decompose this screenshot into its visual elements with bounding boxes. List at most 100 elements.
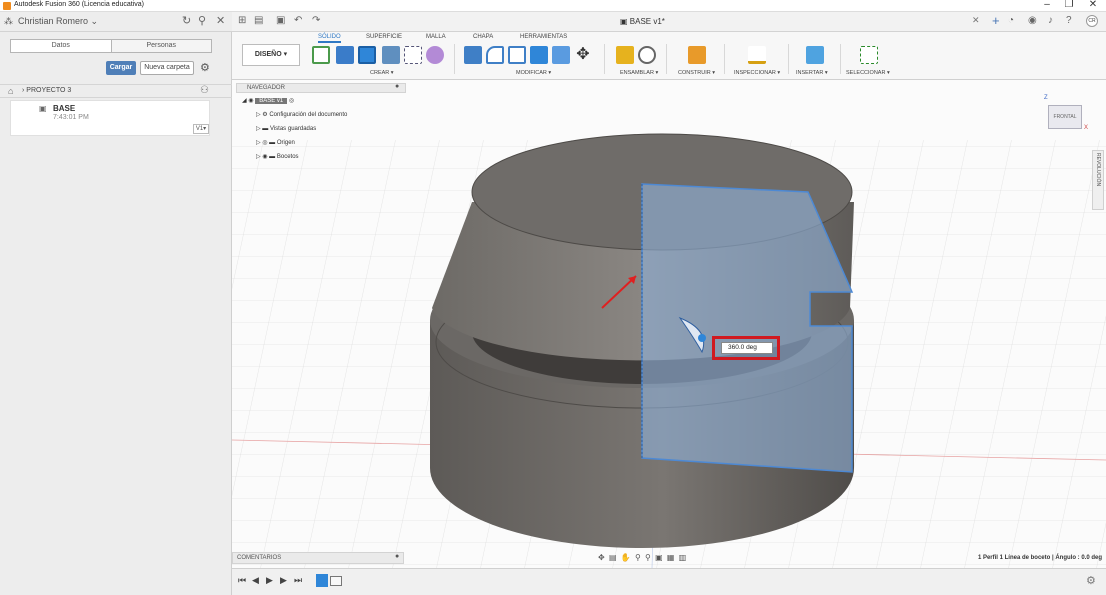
breadcrumb: ⌂ › PROYECTO 3 ⚇ [0,84,232,98]
app-tab-bar: ⊞ ▤ ▣ ↶ ↷ ▣ BASE v1* ✕ + ◔ ◉ ♪ ? CR [232,12,1106,32]
notifications-icon[interactable]: ♪ [1048,15,1053,26]
group-construir[interactable]: CONSTRUIR ▾ [678,70,715,76]
tab-superficie[interactable]: SUPERFICIE [366,34,402,40]
tab-chapa[interactable]: CHAPA [473,34,493,40]
browser-root[interactable]: ◢ ◉ BASE v1 ◎ [242,97,294,107]
tab-herramientas[interactable]: HERRAMIENTAS [520,34,567,40]
group-inspeccionar[interactable]: INSPECCIONAR ▾ [734,70,780,76]
extensions-icon[interactable]: ◔ [1008,15,1014,26]
gear-icon[interactable]: ⚙ [200,61,210,74]
close-panel-icon[interactable]: ✕ [216,14,225,27]
browser-item-sketches[interactable]: ▷ ◉ ▬ Bocetos [256,153,299,163]
browser-item-origin[interactable]: ▷ ◎ ▬ Origen [256,139,295,149]
project-members-icon[interactable]: ⚇ [200,85,209,96]
group-insertar[interactable]: INSERTAR ▾ [796,70,828,76]
angle-dimension-input[interactable]: 360.0 deg [721,342,773,354]
look-at-icon[interactable]: ▤ [609,553,618,562]
timeline-start-icon[interactable]: ⏮ [238,575,246,586]
browser-item-config[interactable]: ▷ ⚙ Configuración del documento [256,111,347,121]
offset-plane-icon[interactable] [688,46,706,64]
document-tab[interactable]: ▣ BASE v1* [620,17,665,26]
tab-solido[interactable]: SÓLIDO [318,34,341,43]
extrude-icon[interactable] [336,46,354,64]
ribbon-separator [454,44,455,74]
combine-icon[interactable] [552,46,570,64]
new-tab-icon[interactable]: + [992,13,1000,28]
select-icon[interactable] [860,46,878,64]
upload-button[interactable]: Cargar [106,61,136,75]
browser-item-views[interactable]: ▷ ▬ Vistas guardadas [256,125,316,135]
refresh-icon[interactable]: ↻ [182,14,191,27]
viewcube-front-face[interactable]: FRONTAL [1048,105,1082,129]
zoom-window-icon[interactable]: ⚲ [645,553,652,562]
form-icon[interactable] [426,46,444,64]
orbit-icon[interactable]: ✥ [598,553,606,562]
tab-personas[interactable]: Personas [110,40,211,52]
help-icon[interactable]: ? [1066,15,1072,26]
group-seleccionar[interactable]: SELECCIONAR ▾ [846,70,890,76]
pan-icon[interactable]: ✋ [621,553,632,562]
status-text: 1 Perfil 1 Línea de boceto | Ángulo : 0.… [977,555,1102,561]
redo-icon[interactable]: ↷ [312,15,320,26]
shell-icon[interactable] [530,46,548,64]
team-icon[interactable]: ⁂ [4,16,13,27]
minimize-button[interactable]: – [1040,0,1054,10]
user-name[interactable]: Christian Romero ⌄ [18,16,98,27]
move-icon[interactable]: ✥ [574,46,592,64]
maximize-button[interactable]: ❐ [1062,0,1076,10]
comments-toggle-icon[interactable]: ● [395,553,399,560]
job-status-icon[interactable]: ◉ [1028,15,1037,26]
insert-image-icon[interactable] [806,46,824,64]
grid-menu-icon[interactable]: ⊞ [238,15,246,26]
timeline-next-icon[interactable]: ▶ [280,575,287,586]
timeline-sketch-feature[interactable] [316,574,328,587]
browser-options-icon[interactable]: ● [395,83,399,90]
fillet-icon[interactable] [486,46,504,64]
timeline-revolve-feature[interactable] [330,576,342,586]
close-tab-icon[interactable]: ✕ [972,15,980,26]
grid-settings-icon[interactable]: ▦ [667,553,676,562]
viewcube[interactable]: Z FRONTAL X [1040,95,1088,135]
display-settings-icon[interactable]: ▣ [655,553,664,562]
version-dropdown[interactable]: V1▾ [193,124,209,134]
timeline-settings-icon[interactable]: ⚙ [1086,574,1096,587]
tab-datos[interactable]: Datos [11,40,111,52]
group-ensamblar[interactable]: ENSAMBLAR ▾ [620,70,658,76]
viewcube-x-label: X [1084,125,1089,131]
viewports-icon[interactable]: ▥ [679,553,688,562]
group-modificar[interactable]: MODIFICAR ▾ [516,70,551,76]
new-folder-button[interactable]: Nueva carpeta [140,61,194,75]
tab-malla[interactable]: MALLA [426,34,446,40]
close-button[interactable]: ✕ [1086,0,1100,10]
comments-panel[interactable]: COMENTARIOS ● [232,552,404,564]
file-menu-icon[interactable]: ▤ [254,15,263,26]
workspace-switcher[interactable]: DISEÑO ▾ [242,44,300,66]
timeline-end-icon[interactable]: ⏭ [294,575,302,586]
timeline-prev-icon[interactable]: ◀ [252,575,259,586]
revolve-profile[interactable] [641,183,854,473]
revolve-dialog-tab[interactable]: REVOLUCIÓN [1092,150,1104,210]
sweep-icon[interactable] [382,46,400,64]
angle-handle[interactable] [698,334,706,342]
breadcrumb-project[interactable]: › PROYECTO 3 [22,87,71,94]
joint-icon[interactable] [638,46,656,64]
file-time: 7:43:01 PM [53,114,89,121]
search-icon[interactable]: ⚲ [198,14,206,27]
file-card[interactable]: ▣ BASE 7:43:01 PM V1▾ [10,100,210,136]
fusion-logo-icon [3,2,11,10]
new-component-icon[interactable] [616,46,634,64]
avatar[interactable]: CR [1086,15,1098,27]
save-icon[interactable]: ▣ [276,15,285,26]
revolve-icon[interactable] [358,46,376,64]
measure-icon[interactable] [748,46,766,64]
chamfer-icon[interactable] [508,46,526,64]
group-crear[interactable]: CREAR ▾ [370,70,394,76]
press-pull-icon[interactable] [464,46,482,64]
pattern-icon[interactable] [404,46,422,64]
undo-icon[interactable]: ↶ [294,15,302,26]
zoom-icon[interactable]: ⚲ [635,553,642,562]
timeline-play-icon[interactable]: ▶ [266,575,273,586]
angle-dimension-highlight: 360.0 deg [712,336,780,360]
home-icon[interactable]: ⌂ [8,86,13,96]
create-sketch-icon[interactable] [312,46,330,64]
